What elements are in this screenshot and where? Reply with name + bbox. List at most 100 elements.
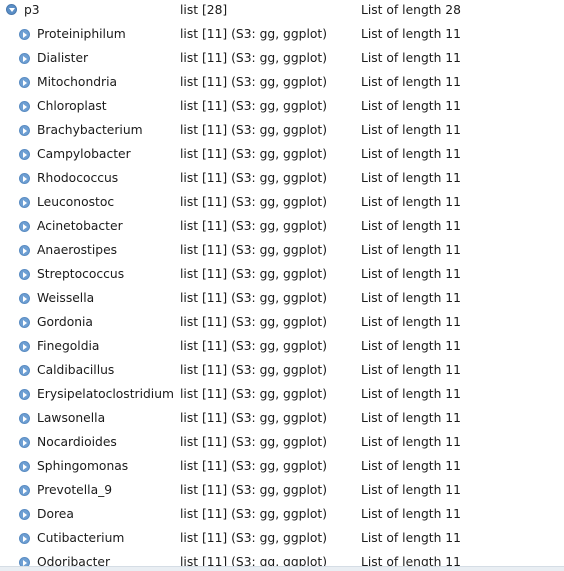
- list-item[interactable]: Streptococcus list [11] (S3: gg, ggplot) L…: [0, 262, 564, 286]
- item-name: Chloroplast: [37, 99, 107, 113]
- item-name: Caldibacillus: [37, 363, 115, 377]
- item-name: Leuconostoc: [37, 195, 115, 209]
- item-type: list [11] (S3: gg, ggplot): [180, 27, 328, 41]
- expand-arrow-icon[interactable]: [19, 485, 30, 496]
- item-value: List of length 11: [361, 99, 461, 113]
- item-name: Rhodococcus: [37, 171, 119, 185]
- list-item[interactable]: Brachybacterium list [11] (S3: gg, ggplot…: [0, 118, 564, 142]
- expand-arrow-icon[interactable]: [19, 29, 30, 40]
- item-name: Lawsonella: [37, 411, 106, 425]
- item-value: List of length 11: [361, 147, 461, 161]
- item-type: list [11] (S3: gg, ggplot): [180, 411, 328, 425]
- list-item[interactable]: Gordonia list [11] (S3: gg, ggplot) List o…: [0, 310, 564, 334]
- list-item[interactable]: Nocardioides list [11] (S3: gg, ggplot) Li…: [0, 430, 564, 454]
- expand-arrow-icon[interactable]: [19, 461, 30, 472]
- item-type: list [11] (S3: gg, ggplot): [180, 483, 328, 497]
- item-value: List of length 11: [361, 123, 461, 137]
- expand-arrow-icon[interactable]: [19, 221, 30, 232]
- expand-arrow-icon[interactable]: [19, 269, 30, 280]
- list-item[interactable]: Mitochondria list [11] (S3: gg, ggplot) Li…: [0, 70, 564, 94]
- item-value: List of length 11: [361, 243, 461, 257]
- item-value: List of length 11: [361, 339, 461, 353]
- item-name: Erysipelatoclostridium: [37, 387, 174, 401]
- item-value: List of length 11: [361, 363, 461, 377]
- item-type: list [11] (S3: gg, ggplot): [180, 291, 328, 305]
- item-type: list [11] (S3: gg, ggplot): [180, 147, 328, 161]
- expand-arrow-icon[interactable]: [19, 245, 30, 256]
- item-name: Prevotella_9: [37, 483, 113, 497]
- item-value: List of length 11: [361, 459, 461, 473]
- item-name: Proteiniphilum: [37, 27, 126, 41]
- list-item[interactable]: Caldibacillus list [11] (S3: gg, ggplot) L…: [0, 358, 564, 382]
- list-item[interactable]: Dorea list [11] (S3: gg, ggplot) List of l…: [0, 502, 564, 526]
- item-type: list [11] (S3: gg, ggplot): [180, 315, 328, 329]
- list-item[interactable]: Campylobacter list [11] (S3: gg, ggplot) L…: [0, 142, 564, 166]
- item-name: Nocardioides: [37, 435, 117, 449]
- expand-arrow-icon[interactable]: [19, 341, 30, 352]
- item-name: Mitochondria: [37, 75, 118, 89]
- expand-arrow-icon[interactable]: [19, 173, 30, 184]
- item-name: Sphingomonas: [37, 459, 129, 473]
- item-type: list [11] (S3: gg, ggplot): [180, 507, 328, 521]
- collapse-arrow-icon[interactable]: [6, 4, 17, 15]
- list-item[interactable]: Lawsonella list [11] (S3: gg, ggplot) List…: [0, 406, 564, 430]
- expand-arrow-icon[interactable]: [19, 101, 30, 112]
- item-name: Weissella: [37, 291, 95, 305]
- item-value: List of length 11: [361, 195, 461, 209]
- item-type: list [11] (S3: gg, ggplot): [180, 243, 328, 257]
- item-type: list [11] (S3: gg, ggplot): [180, 435, 328, 449]
- list-item[interactable]: Anaerostipes list [11] (S3: gg, ggplot) Li…: [0, 238, 564, 262]
- list-item[interactable]: Prevotella_9 list [11] (S3: gg, ggplot) Li…: [0, 478, 564, 502]
- item-value: List of length 11: [361, 411, 461, 425]
- list-item[interactable]: Dialister list [11] (S3: gg, ggplot) List …: [0, 46, 564, 70]
- item-name: Cutibacterium: [37, 531, 125, 545]
- list-item[interactable]: Proteiniphilum list [11] (S3: gg, ggplot)…: [0, 22, 564, 46]
- expand-arrow-icon[interactable]: [19, 413, 30, 424]
- item-type: list [11] (S3: gg, ggplot): [180, 459, 328, 473]
- expand-arrow-icon[interactable]: [19, 53, 30, 64]
- list-item[interactable]: Leuconostoc list [11] (S3: gg, ggplot) Lis…: [0, 190, 564, 214]
- item-type: list [11] (S3: gg, ggplot): [180, 219, 328, 233]
- list-item[interactable]: Finegoldia list [11] (S3: gg, ggplot) List…: [0, 334, 564, 358]
- item-value: List of length 11: [361, 483, 461, 497]
- item-type: list [11] (S3: gg, ggplot): [180, 531, 328, 545]
- item-type: list [11] (S3: gg, ggplot): [180, 75, 328, 89]
- expand-arrow-icon[interactable]: [19, 365, 30, 376]
- expand-arrow-icon[interactable]: [19, 125, 30, 136]
- expand-arrow-icon[interactable]: [19, 293, 30, 304]
- item-type: list [11] (S3: gg, ggplot): [180, 339, 328, 353]
- expand-arrow-icon[interactable]: [19, 149, 30, 160]
- expand-arrow-icon[interactable]: [19, 389, 30, 400]
- item-value: List of length 11: [361, 387, 461, 401]
- item-type: list [11] (S3: gg, ggplot): [180, 267, 328, 281]
- parent-name: p3: [24, 3, 40, 17]
- list-item[interactable]: Erysipelatoclostridium list [11] (S3: gg,…: [0, 382, 564, 406]
- item-value: List of length 11: [361, 315, 461, 329]
- item-type: list [11] (S3: gg, ggplot): [180, 99, 328, 113]
- expand-arrow-icon[interactable]: [19, 437, 30, 448]
- object-explorer: p3 list [28] List of length 28 Proteinip…: [0, 0, 564, 571]
- item-name: Acinetobacter: [37, 219, 123, 233]
- item-name: Anaerostipes: [37, 243, 118, 257]
- expand-arrow-icon[interactable]: [19, 197, 30, 208]
- item-type: list [11] (S3: gg, ggplot): [180, 195, 328, 209]
- list-item[interactable]: Sphingomonas list [11] (S3: gg, ggplot) Li…: [0, 454, 564, 478]
- list-item[interactable]: Chloroplast list [11] (S3: gg, ggplot) Lis…: [0, 94, 564, 118]
- item-name: Brachybacterium: [37, 123, 143, 137]
- expand-arrow-icon[interactable]: [19, 533, 30, 544]
- expand-arrow-icon[interactable]: [19, 317, 30, 328]
- parent-row-p3[interactable]: p3 list [28] List of length 28: [0, 0, 564, 22]
- item-value: List of length 11: [361, 75, 461, 89]
- list-item[interactable]: Cutibacterium list [11] (S3: gg, ggplot) L…: [0, 526, 564, 550]
- item-type: list [11] (S3: gg, ggplot): [180, 51, 328, 65]
- expand-arrow-icon[interactable]: [19, 77, 30, 88]
- list-item[interactable]: Acinetobacter list [11] (S3: gg, ggplot) L…: [0, 214, 564, 238]
- item-type: list [11] (S3: gg, ggplot): [180, 363, 328, 377]
- item-value: List of length 11: [361, 435, 461, 449]
- item-type: list [11] (S3: gg, ggplot): [180, 171, 328, 185]
- expand-arrow-icon[interactable]: [19, 509, 30, 520]
- list-item[interactable]: Rhodococcus list [11] (S3: gg, ggplot) Lis…: [0, 166, 564, 190]
- parent-type: list [28]: [180, 3, 228, 17]
- item-value: List of length 11: [361, 27, 461, 41]
- list-item[interactable]: Weissella list [11] (S3: gg, ggplot) List …: [0, 286, 564, 310]
